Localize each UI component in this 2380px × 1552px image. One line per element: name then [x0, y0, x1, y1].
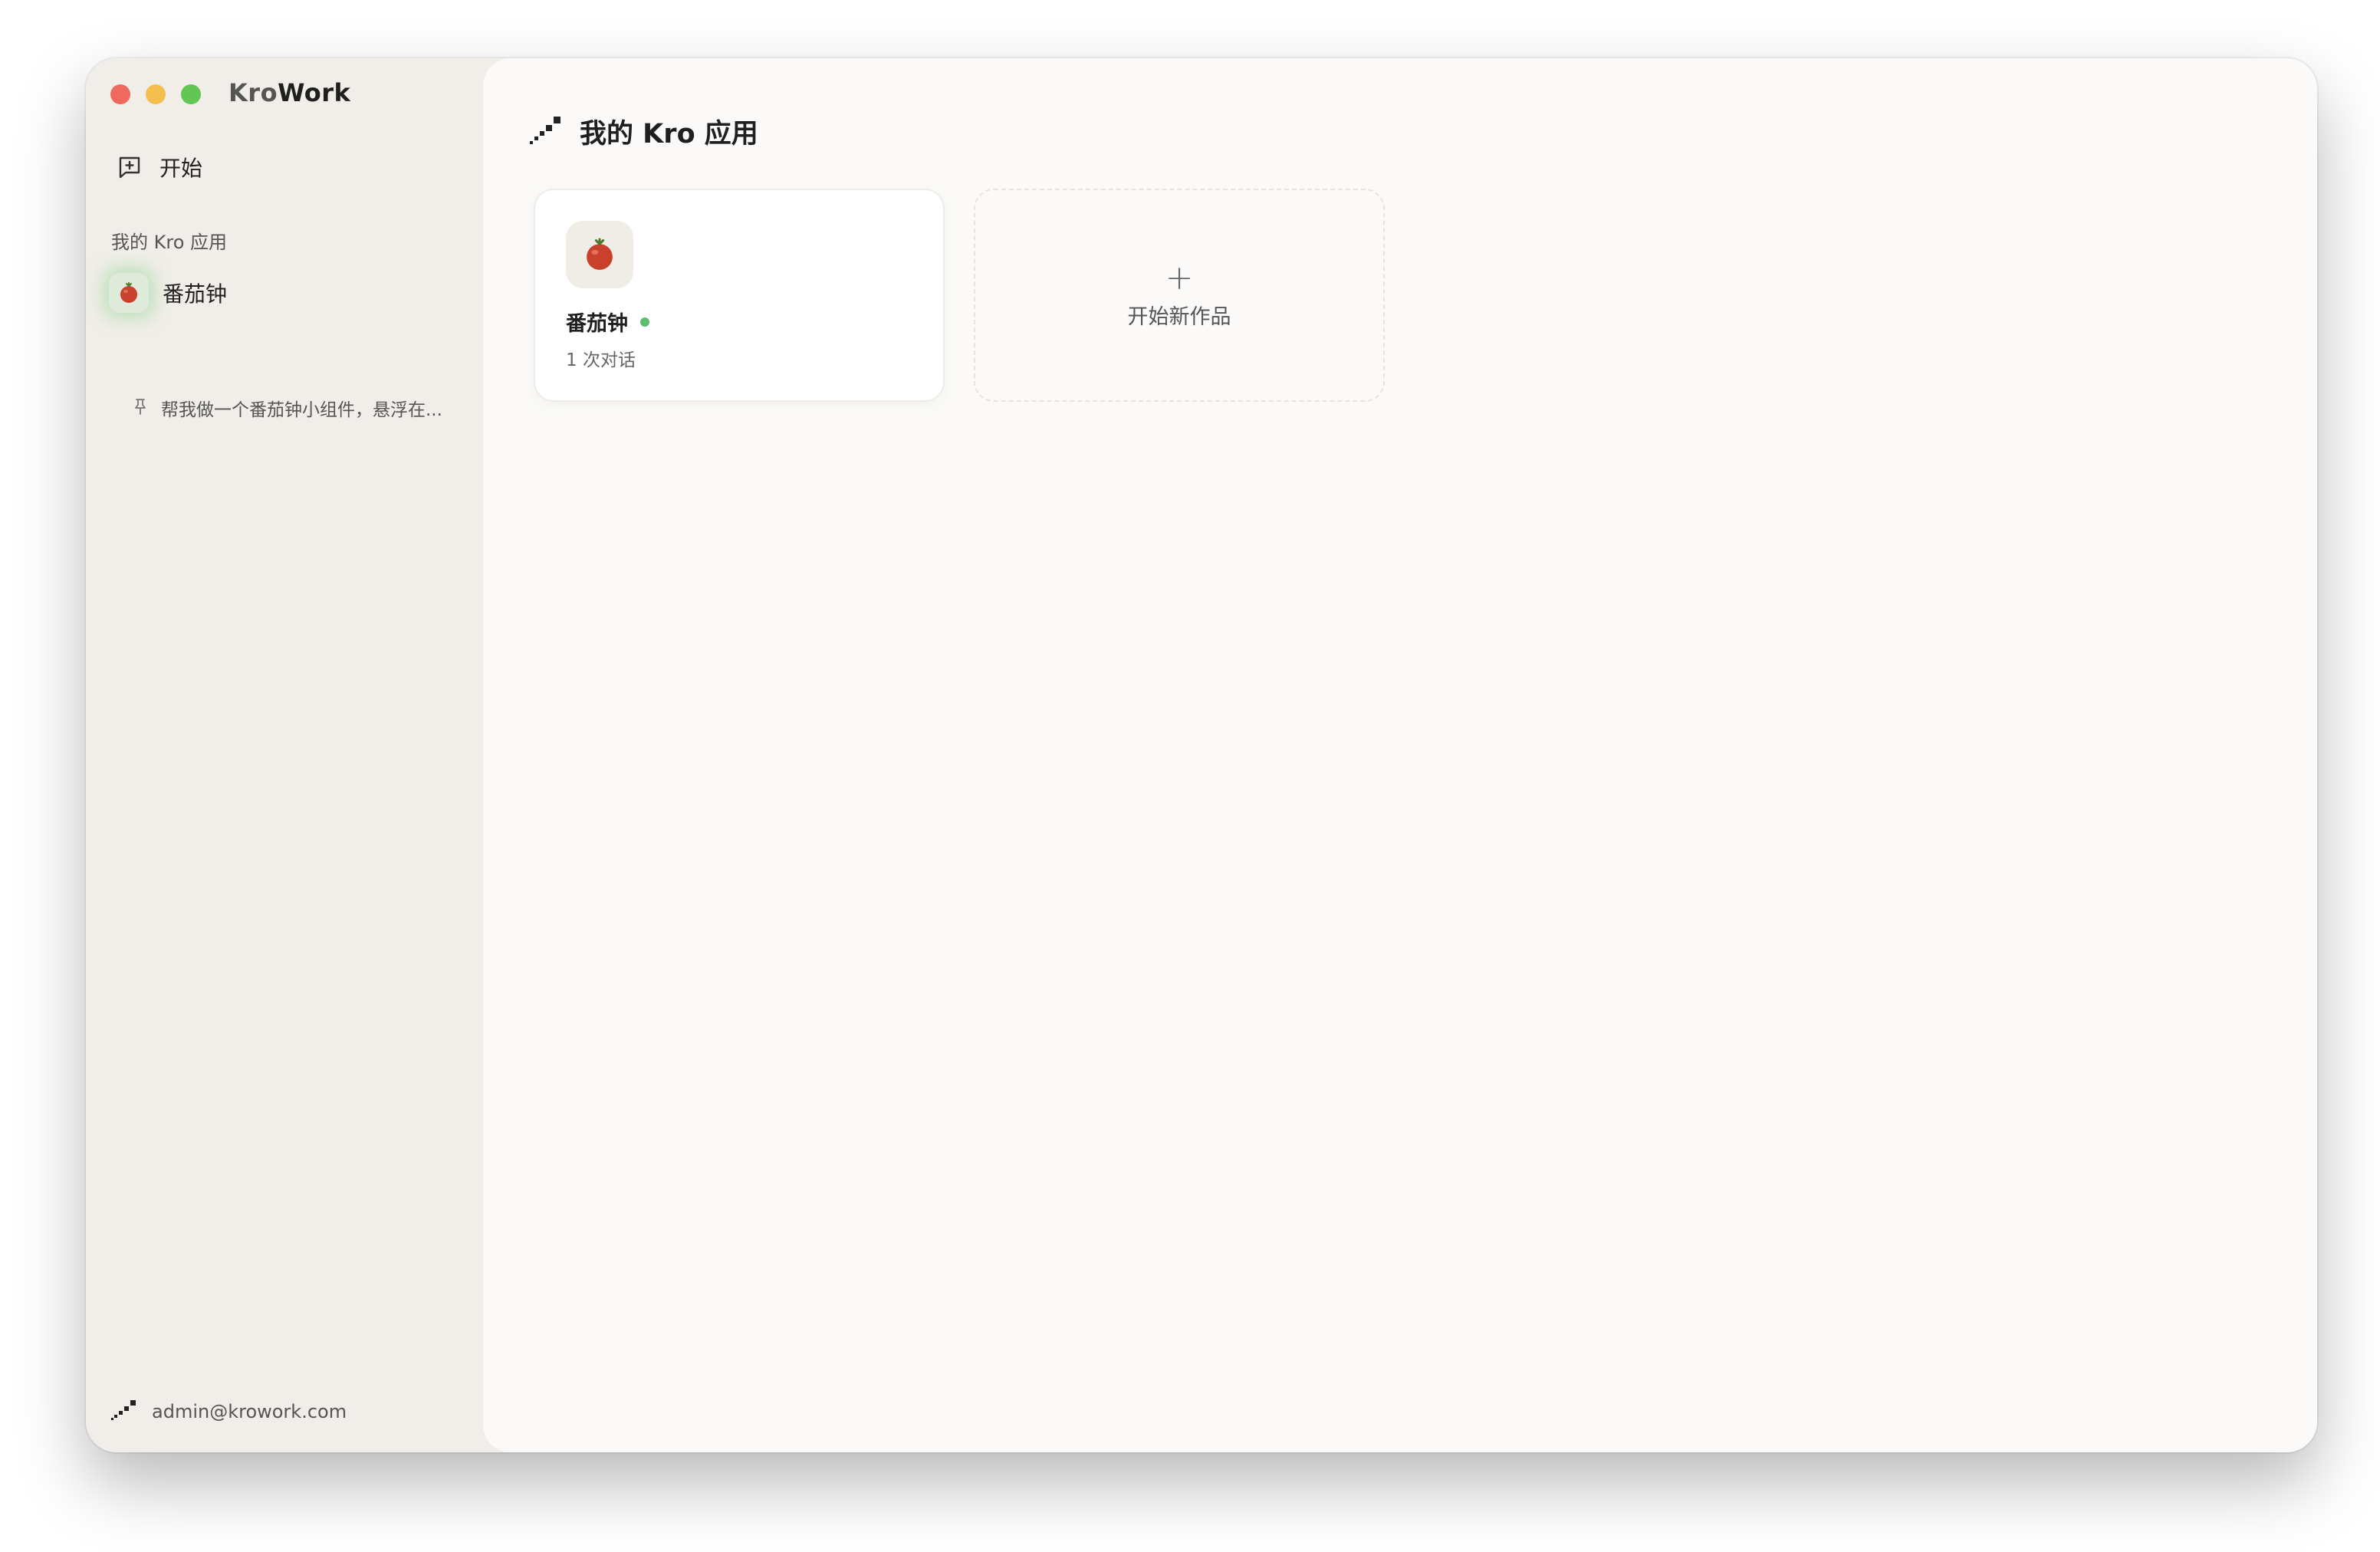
tomato-icon	[109, 273, 149, 313]
app-card-pomodoro[interactable]: 番茄钟 1 次对话	[534, 189, 945, 402]
start-button[interactable]: 开始	[117, 146, 218, 189]
new-chat-icon	[117, 154, 143, 180]
krowork-logo-icon	[110, 1399, 138, 1425]
section-label: 我的 Kro 应用	[111, 232, 228, 253]
sidebar-item-label: 番茄钟	[163, 281, 228, 307]
sidebar-item-pomodoro[interactable]: 番茄钟	[109, 267, 227, 319]
sidebar-chat-item[interactable]: 帮我做一个番茄钟小组件，悬浮在...	[132, 393, 469, 423]
plus-icon: +	[1165, 258, 1194, 298]
close-button[interactable]	[110, 84, 130, 104]
app-title: KroWork	[228, 78, 350, 107]
app-title-suffix: Work	[278, 78, 351, 107]
main-content: 我的 Kro 应用 番茄钟 1 次对话 + 开始新作品	[483, 58, 2317, 1452]
new-project-label: 开始新作品	[1127, 304, 1231, 329]
card-name-row: 番茄钟	[566, 307, 649, 337]
user-account[interactable]: admin@krowork.com	[110, 1399, 347, 1425]
card-name: 番茄钟	[566, 312, 628, 336]
page-title: 我的 Kro 应用	[580, 119, 758, 150]
app-title-prefix: Kro	[228, 78, 278, 107]
app-window: KroWork 开始 我的 Kro 应用 番茄钟 帮我做一个番茄钟小组件，悬浮在…	[86, 58, 2317, 1452]
chat-item-label: 帮我做一个番茄钟小组件，悬浮在...	[161, 400, 442, 420]
pin-icon	[132, 397, 149, 419]
sidebar: KroWork 开始 我的 Kro 应用 番茄钟 帮我做一个番茄钟小组件，悬浮在…	[86, 58, 483, 1452]
card-conversation-count: 1 次对话	[566, 350, 636, 370]
maximize-button[interactable]	[181, 84, 201, 104]
start-label: 开始	[159, 156, 203, 181]
krowork-logo-icon	[529, 115, 563, 149]
main-header: 我的 Kro 应用	[529, 112, 758, 151]
minimize-button[interactable]	[146, 84, 166, 104]
new-project-card[interactable]: + 开始新作品	[974, 189, 1385, 402]
window-controls	[110, 84, 201, 104]
tomato-icon	[566, 221, 633, 288]
user-email: admin@krowork.com	[152, 1401, 347, 1422]
status-dot	[640, 317, 649, 327]
